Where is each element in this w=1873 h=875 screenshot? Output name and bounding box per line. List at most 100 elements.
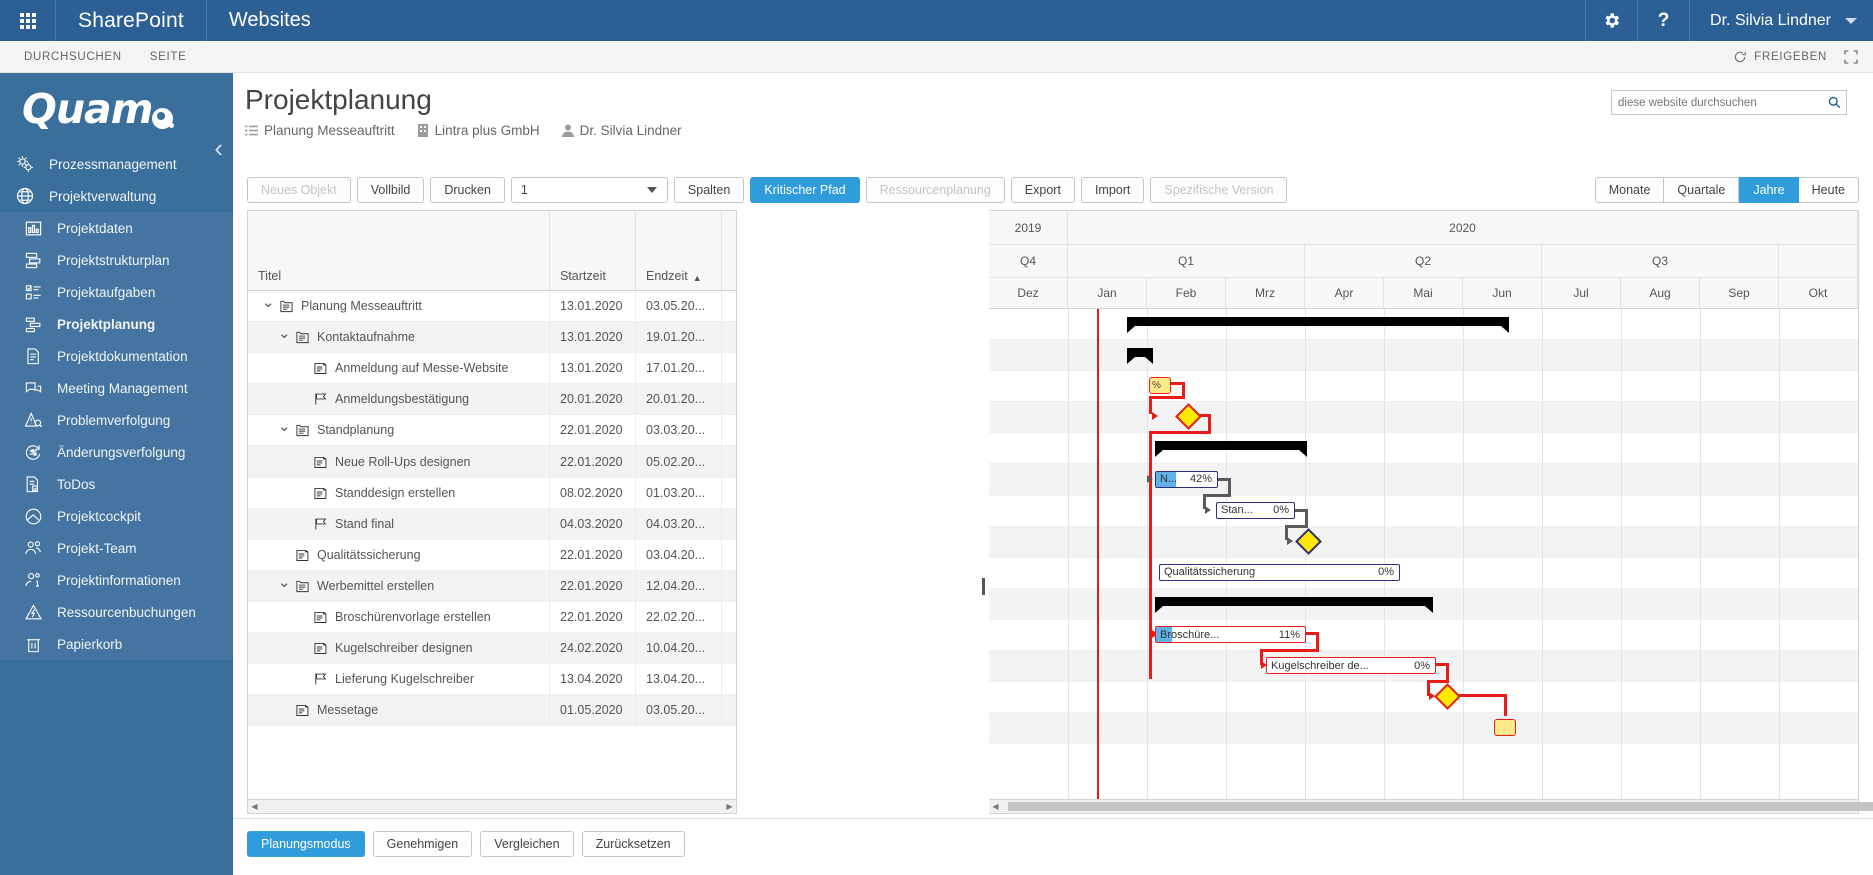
drucken-button[interactable]: Drucken [430,177,505,203]
gantt-row[interactable] [989,433,1858,465]
table-row[interactable]: Neue Roll-Ups designen 22.01.2020 05.02.20… [248,446,736,478]
zuruecksetzen-button[interactable]: Zurücksetzen [581,830,685,857]
heute-button[interactable]: Heute [1798,177,1859,203]
search-input[interactable] [1612,91,1822,114]
table-row[interactable]: Messetage 01.05.2020 03.05.20... [248,695,736,727]
gantt-task-bar[interactable]: Stan... 0% [1216,501,1295,519]
ribbon-tab-seite[interactable]: SEITE [136,51,201,63]
app-launcher-icon[interactable] [0,0,56,41]
table-row[interactable]: ⌄ Werbemittel erstellen 22.01.2020 12.04.20… [248,570,736,602]
spalten-button[interactable]: Spalten [673,177,745,203]
sidebar-item-projektaufgaben[interactable]: Projektaufgaben [0,276,233,308]
gantt-scroll-thumb[interactable] [1008,802,1873,811]
sidebar-item-projektdaten[interactable]: Projektdaten [0,212,233,244]
table-row[interactable]: Standdesign erstellen 08.02.2020 01.03.20.… [248,477,736,509]
sharepoint-brand-link[interactable]: SharePoint [56,0,207,41]
table-row[interactable]: ⌄ Standplanung 22.01.2020 03.03.20... [248,415,736,447]
share-button[interactable]: FREIGEBEN [1733,50,1827,64]
gantt-horizontal-scrollbar[interactable]: ◀ ▶ [989,800,1873,814]
gantt-row[interactable] [989,558,1858,589]
monate-button[interactable]: Monate [1594,177,1665,203]
help-icon[interactable]: ? [1637,0,1689,41]
user-menu[interactable]: Dr. Silvia Lindner [1689,0,1873,41]
grid-scroll-track[interactable] [261,800,723,813]
table-row[interactable]: Anmeldungsbestätigung 20.01.2020 20.01.20.… [248,384,736,416]
table-row[interactable]: Kugelschreiber designen 24.02.2020 10.04.2… [248,633,736,665]
breadcrumb-item-project[interactable]: Planung Messeauftritt [245,123,395,138]
export-button[interactable]: Export [1010,177,1075,203]
vollbild-button[interactable]: Vollbild [356,177,425,203]
table-row[interactable]: ⌄ Planung Messeauftritt 13.01.2020 03.05.20… [248,291,736,323]
sidebar-item-projektverwaltung[interactable]: Projektverwaltung [0,180,233,212]
gear-icon[interactable] [1585,0,1637,41]
sidebar-item-papierkorb[interactable]: Papierkorb [0,628,233,660]
sidebar-item-problemverfolgung[interactable]: Problemverfolgung [0,404,233,436]
neues-objekt-button[interactable]: Neues Objekt [247,177,351,203]
gantt-scroll-track[interactable] [1002,800,1873,813]
task-grid-header: Titel Startzeit Endzeit ▲ [248,211,736,291]
sidebar-item-projektinformationen[interactable]: Projektinformationen [0,564,233,596]
quam-logo[interactable]: Quam ‹ [0,73,233,162]
cell-endzeit: 04.03.20... [636,508,722,539]
import-button[interactable]: Import [1080,177,1145,203]
breadcrumb-item-user[interactable]: Dr. Silvia Lindner [561,123,682,138]
gantt-body[interactable]: N... 42% Stan... 0% Qualitätssicherung 0% Bros… [989,309,1858,799]
gantt-flag-box[interactable] [1494,719,1516,737]
sidebar-item-prozessmanagement[interactable]: Prozessmanagement [0,148,233,180]
planungsmodus-button[interactable]: Planungsmodus [247,830,365,857]
sidebar-item-todos[interactable]: ToDos [0,468,233,500]
focus-on-content-icon[interactable] [1843,49,1859,65]
gantt-row[interactable] [989,713,1858,745]
genehmigen-button[interactable]: Genehmigen [372,830,473,857]
table-row[interactable]: Anmeldung auf Messe-Website 13.01.2020 17.… [248,353,736,385]
table-row[interactable]: Stand final 04.03.2020 04.03.20... [248,508,736,540]
version-select[interactable]: 1 [510,177,668,203]
column-header-startzeit[interactable]: Startzeit [550,211,636,290]
gantt-row[interactable] [989,340,1858,372]
column-header-titel[interactable]: Titel [248,211,550,290]
sidebar-item-projektstrukturplan[interactable]: Projektstrukturplan [0,244,233,276]
sidebar-item-projektdokumentation[interactable]: Projektdokumentation [0,340,233,372]
quartale-button[interactable]: Quartale [1664,177,1740,203]
task-title-label: Anmeldung auf Messe-Website [335,361,509,376]
grid-horizontal-scrollbar[interactable]: ◀ ▶ [247,800,737,814]
sidebar-item-projektcockpit[interactable]: Projektcockpit [0,500,233,532]
gantt-row[interactable] [989,620,1858,652]
gantt-row[interactable] [989,682,1858,714]
ribbon-tab-durchsuchen[interactable]: DURCHSUCHEN [10,51,136,63]
column-header-endzeit[interactable]: Endzeit ▲ [636,211,722,290]
gantt-row[interactable] [989,464,1858,496]
table-row[interactable]: Lieferung Kugelschreiber 13.04.2020 13.04.… [248,664,736,696]
chevron-left-icon[interactable]: ‹ [214,135,223,161]
gantt-task-bar[interactable]: N... 42% [1155,470,1218,488]
search-icon[interactable] [1822,96,1846,109]
kritischer-pfad-button[interactable]: Kritischer Pfad [750,177,860,203]
gantt-row[interactable] [989,496,1858,527]
vergleichen-button[interactable]: Vergleichen [480,830,574,857]
ressourcenplanung-button[interactable]: Ressourcenplanung [865,177,1005,203]
gantt-row[interactable] [989,371,1858,403]
gantt-row[interactable] [989,402,1858,434]
jahre-button[interactable]: Jahre [1739,177,1799,203]
sidebar-item-nderungsverfolgung[interactable]: Änderungsverfolgung [0,436,233,468]
sidebar-item-projektplanung[interactable]: Projektplanung [0,308,233,340]
sidebar-item-meeting-management[interactable]: Meeting Management [0,372,233,404]
gantt-task-bar[interactable]: Qualitätssicherung 0% [1159,563,1400,581]
gantt-flag-box[interactable]: % [1149,377,1171,395]
grid-splitter-handle[interactable] [982,578,985,595]
site-name-link[interactable]: Websites [207,0,333,41]
scroll-right-icon[interactable]: ▶ [723,802,736,811]
table-row[interactable]: ⌄ Kontaktaufnahme 13.01.2020 19.01.20... [248,322,736,354]
gantt-task-bar[interactable]: Broschüre... 11% [1155,626,1306,643]
breadcrumb-item-company[interactable]: Lintra plus GmbH [417,123,540,138]
scroll-left-icon[interactable]: ◀ [248,802,261,811]
scroll-left-icon[interactable]: ◀ [989,802,1002,811]
sidebar-item-projekt-team[interactable]: Projekt-Team [0,532,233,564]
table-row[interactable]: Qualitätssicherung 22.01.2020 03.04.20... [248,539,736,571]
gantt-task-bar[interactable]: Kugelschreiber de... 0% [1266,657,1436,675]
gantt-row[interactable] [989,526,1858,558]
sidebar-item-ressourcenbuchungen[interactable]: Ressourcenbuchungen [0,596,233,628]
table-row[interactable]: Broschürenvorlage erstellen 22.01.2020 22.… [248,601,736,634]
spezifische-version-button[interactable]: Spezifische Version [1150,177,1288,203]
search-box[interactable] [1611,90,1847,115]
